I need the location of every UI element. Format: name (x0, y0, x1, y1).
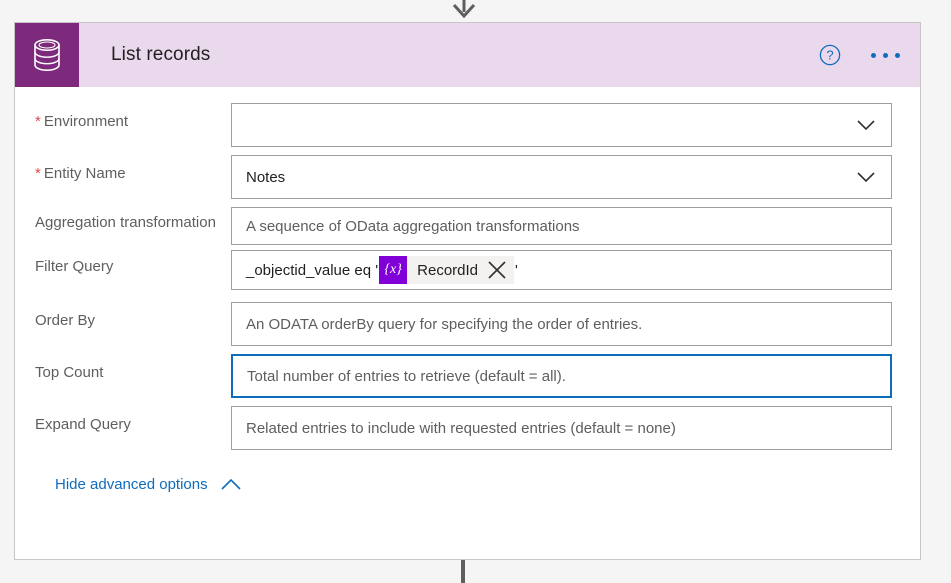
field-row-environment: * Environment (35, 103, 892, 147)
field-control-environment (231, 103, 892, 147)
entity-name-value: Notes (246, 168, 286, 186)
aggregation-transformation-placeholder: A sequence of OData aggregation transfor… (246, 217, 580, 235)
order-by-input[interactable]: An ODATA orderBy query for specifying th… (231, 302, 892, 346)
hide-advanced-options-label: Hide advanced options (55, 476, 208, 493)
svg-text:?: ? (826, 48, 833, 63)
token-label: RecordId (417, 261, 479, 279)
field-label-filter-query: Filter Query (35, 258, 114, 275)
dynamic-content-token[interactable]: {x} RecordId (379, 256, 515, 284)
list-records-card: List records ? * Environment * Entity Na… (14, 22, 921, 560)
required-marker: * (35, 165, 41, 182)
field-row-top-count: Top Count Total number of entries to ret… (35, 354, 892, 398)
expand-query-input[interactable]: Related entries to include with requeste… (231, 406, 892, 450)
field-label-entity-name: * Entity Name (35, 165, 126, 182)
ellipsis-icon[interactable] (869, 47, 902, 64)
field-row-order-by: Order By An ODATA orderBy query for spec… (35, 302, 892, 346)
field-control-entity-name: Notes (231, 155, 892, 199)
field-control-expand-query: Related entries to include with requeste… (231, 406, 892, 450)
field-control-filter-query: _objectid_value eq ' {x} RecordId ' (231, 250, 892, 290)
field-label-order-by: Order By (35, 312, 96, 329)
help-circle-icon[interactable]: ? (819, 44, 841, 66)
expression-badge-icon: {x} (379, 256, 408, 284)
close-icon[interactable] (486, 259, 508, 281)
field-row-entity-name: * Entity Name Notes (35, 155, 892, 199)
top-count-input[interactable]: Total number of entries to retrieve (def… (231, 354, 892, 398)
filter-query-prefix: _objectid_value eq ' (246, 261, 379, 279)
required-marker: * (35, 113, 41, 130)
entity-name-dropdown[interactable]: Notes (231, 155, 892, 199)
chevron-up-icon (221, 478, 241, 490)
field-row-aggregation-transformation: Aggregation transformation A sequence of… (35, 207, 892, 245)
field-label-aggregation-transformation: Aggregation transformation (35, 214, 216, 231)
field-row-expand-query: Expand Query Related entries to include … (35, 406, 892, 450)
aggregation-transformation-input[interactable]: A sequence of OData aggregation transfor… (231, 207, 892, 245)
card-header-actions: ? (819, 23, 902, 87)
field-row-filter-query: Filter Query _objectid_value eq ' {x} Re… (35, 250, 892, 290)
card-body: * Environment * Entity Name Notes Aggreg… (15, 87, 920, 493)
hide-advanced-options-link[interactable]: Hide advanced options (55, 476, 242, 493)
connector-line (461, 560, 465, 583)
field-label-expand-query: Expand Query (35, 416, 131, 433)
filter-query-suffix: ' (515, 261, 518, 279)
top-count-placeholder: Total number of entries to retrieve (def… (247, 367, 566, 385)
field-control-order-by: An ODATA orderBy query for specifying th… (231, 302, 892, 346)
filter-query-input[interactable]: _objectid_value eq ' {x} RecordId ' (231, 250, 892, 290)
field-control-aggregation-transformation: A sequence of OData aggregation transfor… (231, 207, 892, 245)
field-label-environment: * Environment (35, 113, 129, 130)
card-header[interactable]: List records ? (15, 23, 920, 87)
field-control-top-count: Total number of entries to retrieve (def… (231, 354, 892, 398)
field-label-top-count: Top Count (35, 364, 104, 381)
flow-designer-canvas: List records ? * Environment * Entity Na… (0, 0, 951, 583)
database-icon (15, 23, 79, 87)
environment-dropdown[interactable] (231, 103, 892, 147)
expand-query-placeholder: Related entries to include with requeste… (246, 419, 676, 437)
arrow-down-icon (452, 0, 476, 18)
card-title: List records (111, 44, 211, 65)
order-by-placeholder: An ODATA orderBy query for specifying th… (246, 315, 643, 333)
